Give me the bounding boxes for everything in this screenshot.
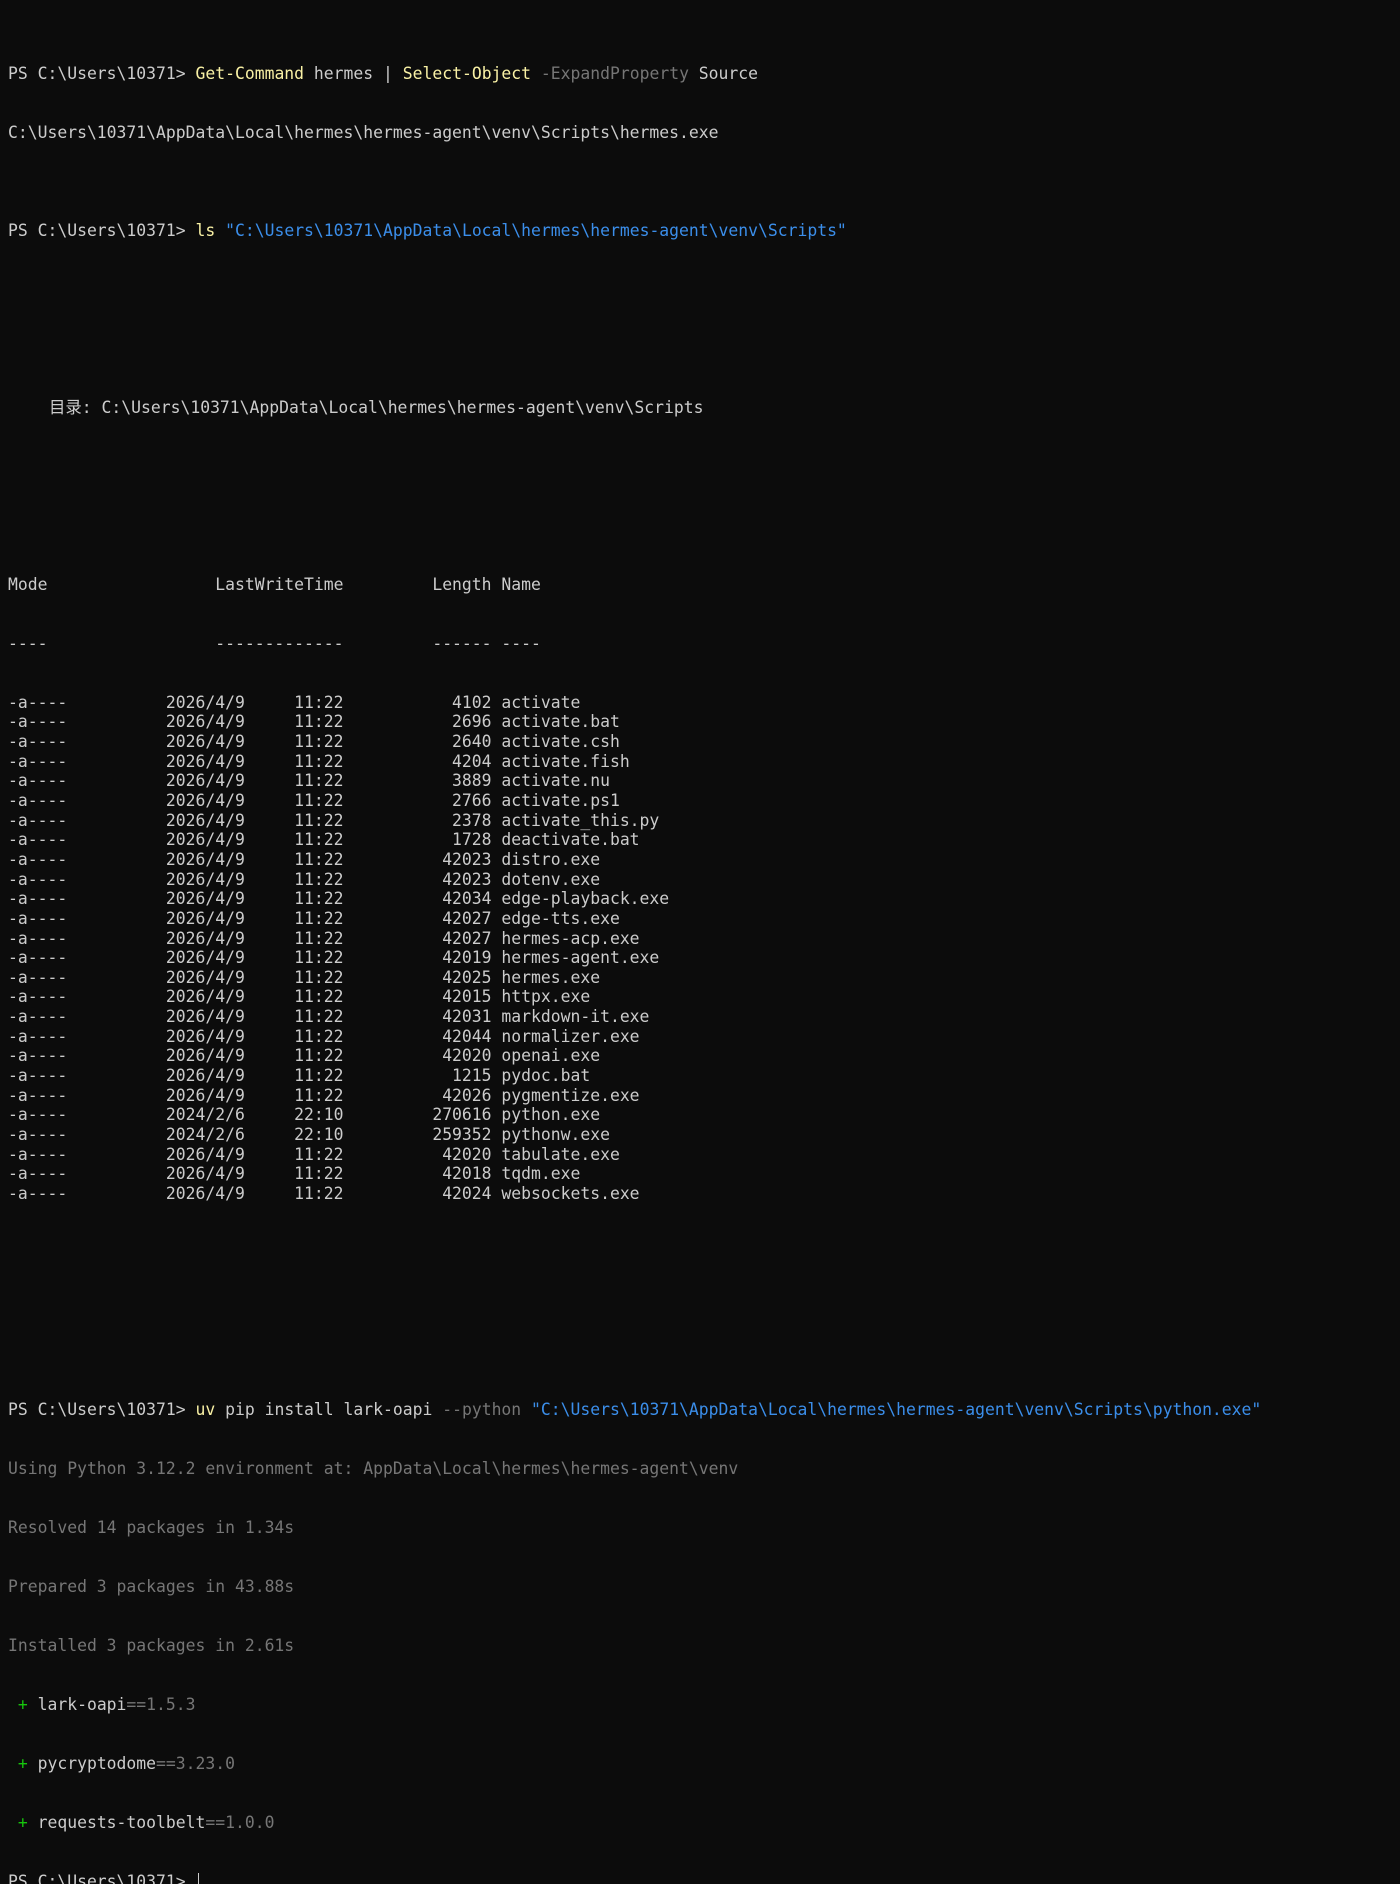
file-row: -a---- 2026/4/9 11:22 2696 activate.bat: [8, 712, 620, 732]
plus-icon: +: [8, 1753, 38, 1773]
file-row: -a---- 2026/4/9 11:22 2766 activate.ps1: [8, 791, 620, 811]
terminal-window[interactable]: PS C:\Users\10371> Get-Command hermes | …: [0, 0, 1400, 1884]
command-argument: hermes |: [304, 63, 403, 83]
command-line-uv-pip: PS C:\Users\10371> uv pip install lark-o…: [8, 1400, 1400, 1420]
file-row: -a---- 2026/4/9 11:22 42015 httpx.exe: [8, 987, 591, 1007]
plus-icon: +: [8, 1694, 38, 1714]
plus-icon: +: [8, 1812, 38, 1832]
command-parameter: -ExpandProperty: [531, 63, 689, 83]
file-row: -a---- 2026/4/9 11:22 42034 edge-playbac…: [8, 889, 670, 909]
uv-output-line: Resolved 14 packages in 1.34s: [8, 1517, 295, 1537]
installed-package: + lark-oapi==1.5.3: [8, 1695, 1400, 1715]
command-keyword: Get-Command: [195, 63, 305, 83]
file-row: -a---- 2026/4/9 11:22 4204 activate.fish: [8, 751, 630, 771]
file-row: -a---- 2024/2/6 22:10 259352 pythonw.exe: [8, 1124, 610, 1144]
package-version: ==1.0.0: [205, 1812, 275, 1832]
command-string: "C:\Users\10371\AppData\Local\hermes\her…: [521, 1400, 1262, 1419]
file-row: -a---- 2026/4/9 11:22 42019 hermes-agent…: [8, 948, 660, 968]
file-row: -a---- 2026/4/9 11:22 1728 deactivate.ba…: [8, 830, 640, 850]
command-keyword: ls: [195, 221, 216, 241]
file-row: -a---- 2026/4/9 11:22 2640 activate.csh: [8, 732, 620, 752]
directory-header: 目录: C:\Users\10371\AppData\Local\hermes\…: [49, 398, 704, 418]
uv-output-line: Prepared 3 packages in 43.88s: [8, 1576, 295, 1596]
table-rule: ---- ------------- ------ ----: [8, 633, 541, 653]
file-row: -a---- 2026/4/9 11:22 42027 hermes-acp.e…: [8, 928, 640, 948]
package-name: requests-toolbelt: [37, 1812, 206, 1832]
file-row: -a---- 2026/4/9 11:22 42018 tqdm.exe: [8, 1164, 581, 1184]
package-version: ==1.5.3: [126, 1694, 196, 1714]
prompt: PS C:\Users\10371>: [8, 221, 196, 241]
file-row: -a---- 2026/4/9 11:22 42023 distro.exe: [8, 849, 601, 869]
command-keyword: Select-Object: [402, 63, 532, 83]
package-name: pycryptodome: [37, 1753, 157, 1773]
command-string: "C:\Users\10371\AppData\Local\hermes\her…: [215, 221, 847, 241]
text-cursor[interactable]: [197, 1872, 199, 1884]
package-name: lark-oapi: [37, 1694, 127, 1714]
file-row: -a---- 2026/4/9 11:22 42023 dotenv.exe: [8, 869, 601, 889]
command-line-ls: PS C:\Users\10371> ls "C:\Users\10371\Ap…: [8, 221, 1400, 241]
table-header: Mode LastWriteTime Length Name: [8, 574, 541, 594]
uv-output-line: Installed 3 packages in 2.61s: [8, 1635, 295, 1655]
command-keyword: uv: [195, 1400, 216, 1419]
file-row: -a---- 2026/4/9 11:22 42020 openai.exe: [8, 1046, 601, 1066]
command-output: C:\Users\10371\AppData\Local\hermes\herm…: [8, 122, 719, 142]
uv-output-line: Using Python 3.12.2 environment at: AppD…: [8, 1458, 739, 1478]
prompt: PS C:\Users\10371>: [8, 1871, 196, 1884]
file-row: -a---- 2026/4/9 11:22 1215 pydoc.bat: [8, 1065, 591, 1085]
file-row: -a---- 2026/4/9 11:22 42025 hermes.exe: [8, 967, 601, 987]
prompt: PS C:\Users\10371>: [8, 63, 196, 83]
file-list: -a---- 2026/4/9 11:22 4102 activate -a---…: [8, 693, 1400, 1204]
command-argument: pip install lark-oapi: [215, 1400, 433, 1419]
file-row: -a---- 2026/4/9 11:22 42031 markdown-it.…: [8, 1007, 650, 1027]
file-row: -a---- 2026/4/9 11:22 42024 websockets.e…: [8, 1183, 640, 1203]
file-row: -a---- 2026/4/9 11:22 42026 pygmentize.e…: [8, 1085, 640, 1105]
installed-package: + requests-toolbelt==1.0.0: [8, 1813, 1400, 1833]
file-row: -a---- 2024/2/6 22:10 270616 python.exe: [8, 1105, 601, 1125]
file-row: -a---- 2026/4/9 11:22 42044 normalizer.e…: [8, 1026, 640, 1046]
prompt: PS C:\Users\10371>: [8, 1400, 196, 1419]
active-prompt-line[interactable]: PS C:\Users\10371>: [8, 1872, 1400, 1884]
file-row: -a---- 2026/4/9 11:22 42027 edge-tts.exe: [8, 908, 620, 928]
file-row: -a---- 2026/4/9 11:22 42020 tabulate.exe: [8, 1144, 620, 1164]
installed-package: + pycryptodome==3.23.0: [8, 1754, 1400, 1774]
command-parameter: --python: [432, 1400, 522, 1419]
file-row: -a---- 2026/4/9 11:22 3889 activate.nu: [8, 771, 610, 791]
file-row: -a---- 2026/4/9 11:22 4102 activate: [8, 692, 581, 712]
file-row: -a---- 2026/4/9 11:22 2378 activate_this…: [8, 810, 660, 830]
command-line-get-command: PS C:\Users\10371> Get-Command hermes | …: [8, 64, 1400, 84]
command-argument: Source: [688, 63, 759, 83]
package-version: ==3.23.0: [156, 1753, 235, 1773]
